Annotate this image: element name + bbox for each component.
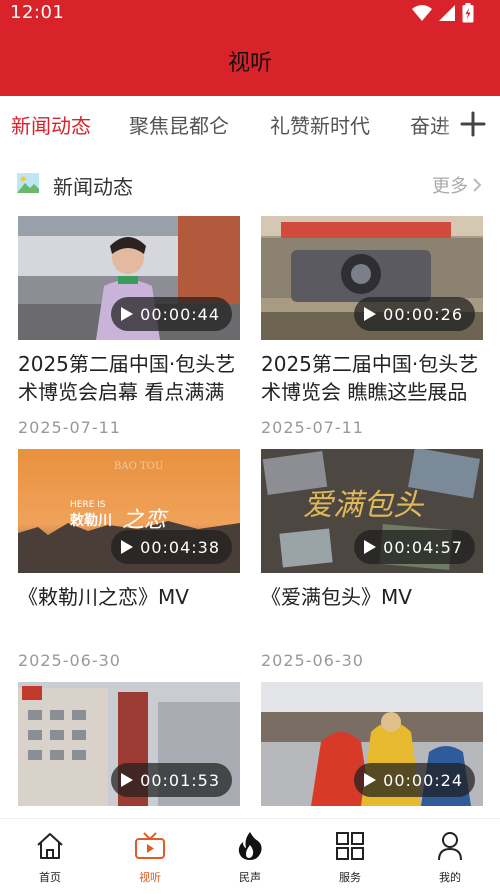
duration-text: 00:01:53 [140, 770, 220, 790]
video-card[interactable]: 00:00:26 2025第二届中国·包头艺术博览会 瞧瞧这些展品 2025-0… [261, 216, 483, 437]
duration-badge: 00:04:57 [354, 530, 475, 564]
duration-badge: 00:00:44 [111, 297, 232, 331]
video-date: 2025-07-11 [18, 418, 121, 437]
video-thumbnail[interactable]: 00:00:26 [261, 216, 483, 340]
video-thumbnail[interactable]: 00:00:24 [261, 682, 483, 806]
flame-icon [238, 832, 262, 860]
tv-play-icon [135, 832, 165, 859]
play-icon [121, 307, 134, 321]
thumb-caption: 爱满包头 [303, 488, 425, 523]
duration-text: 00:04:38 [140, 537, 220, 557]
chevron-right-icon [473, 178, 482, 192]
nav-item-home[interactable]: 首页 [0, 819, 100, 894]
nav-item-media[interactable]: 视听 [100, 819, 200, 894]
status-time: 12:01 [10, 2, 65, 23]
video-title[interactable]: 2025第二届中国·包头艺术博览会 瞧瞧这些展品 [261, 350, 483, 406]
video-thumbnail[interactable]: BAO TOU HERE IS 敕勒川 之恋 00:04:38 [18, 449, 240, 573]
nav-item-profile[interactable]: 我的 [400, 819, 500, 894]
nav-label: 服务 [339, 871, 361, 884]
play-icon [364, 540, 377, 554]
person-icon [438, 832, 462, 861]
tab-focus-kundulun[interactable]: 聚焦昆都仑 [129, 110, 229, 139]
duration-text: 00:04:57 [383, 537, 463, 557]
signal-icon [439, 5, 455, 21]
video-date: 2025-06-30 [261, 651, 364, 670]
nav-item-services[interactable]: 服务 [300, 819, 400, 894]
nav-label: 首页 [39, 871, 61, 884]
duration-badge: 00:04:38 [111, 530, 232, 564]
status-bar: 12:01 [0, 0, 500, 26]
home-icon [37, 833, 63, 859]
video-card[interactable]: 00:00:24 [261, 682, 483, 806]
video-thumbnail[interactable]: 爱满包头 00:04:57 [261, 449, 483, 573]
page-title: 视听 [227, 51, 272, 76]
grid-icon [336, 832, 364, 860]
video-card[interactable]: 00:00:44 2025第二届中国·包头艺术博览会启幕 看点满满 2025-0… [18, 216, 240, 437]
battery-icon [462, 3, 474, 23]
video-thumbnail[interactable]: 00:01:53 [18, 682, 240, 806]
play-icon [121, 773, 134, 787]
status-icons [412, 3, 474, 23]
app-header: 视听 [0, 26, 500, 96]
tab-new-era[interactable]: 礼赞新时代 [270, 110, 370, 139]
video-date: 2025-06-30 [18, 651, 121, 670]
video-card[interactable]: 00:01:53 [18, 682, 240, 806]
video-title[interactable]: 2025第二届中国·包头艺术博览会启幕 看点满满 [18, 350, 240, 406]
play-icon [121, 540, 134, 554]
wifi-icon [412, 5, 432, 21]
nav-label: 视听 [139, 871, 161, 884]
video-thumbnail[interactable]: 00:00:44 [18, 216, 240, 340]
image-icon [17, 173, 39, 193]
section-title: 新闻动态 [53, 175, 133, 199]
thumb-caption-top: BAO TOU [114, 461, 163, 472]
duration-text: 00:00:24 [383, 770, 463, 790]
nav-label: 民声 [239, 871, 261, 884]
video-card[interactable]: 爱满包头 00:04:57 《爱满包头》MV 2025-06-30 [261, 449, 483, 670]
bottom-nav: 首页 视听 民声 服务 我的 [0, 818, 500, 894]
video-title[interactable]: 《爱满包头》MV [261, 583, 483, 639]
tab-news[interactable]: 新闻动态 [11, 110, 91, 139]
duration-badge: 00:01:53 [111, 763, 232, 797]
more-label: 更多 [432, 176, 468, 197]
thumb-caption-title: 敕勒川 [70, 512, 112, 529]
add-tab-icon[interactable] [458, 109, 488, 139]
more-link[interactable]: 更多 [432, 172, 482, 198]
duration-text: 00:00:44 [140, 304, 220, 324]
duration-text: 00:00:26 [383, 304, 463, 324]
duration-badge: 00:00:26 [354, 297, 475, 331]
video-title[interactable]: 《敕勒川之恋》MV [18, 583, 240, 639]
section-header: 新闻动态 更多 [0, 164, 500, 204]
video-card[interactable]: BAO TOU HERE IS 敕勒川 之恋 00:04:38 《敕勒川之恋》M… [18, 449, 240, 670]
play-icon [364, 773, 377, 787]
play-icon [364, 307, 377, 321]
duration-badge: 00:00:24 [354, 763, 475, 797]
thumb-caption-here: HERE IS [70, 500, 106, 510]
nav-label: 我的 [439, 871, 461, 884]
video-date: 2025-07-11 [261, 418, 364, 437]
nav-item-voice[interactable]: 民声 [200, 819, 300, 894]
category-tabs: 新闻动态 聚焦昆都仑 礼赞新时代 奋进 [0, 96, 500, 154]
